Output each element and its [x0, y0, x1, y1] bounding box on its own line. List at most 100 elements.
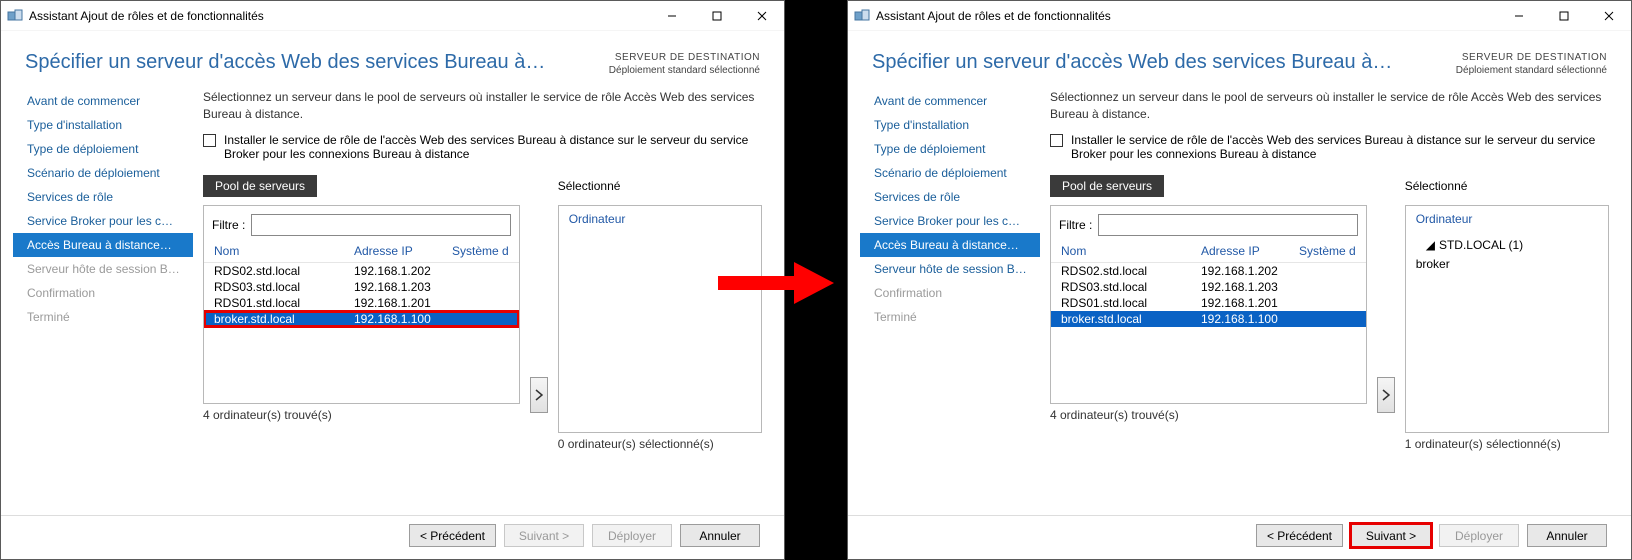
wizard-window-after: Assistant Ajout de rôles et de fonctionn… — [847, 0, 1632, 560]
cancel-button[interactable]: Annuler — [1527, 524, 1607, 547]
col-name[interactable]: Nom — [214, 244, 354, 258]
cancel-button[interactable]: Annuler — [680, 524, 760, 547]
pool-count: 4 ordinateur(s) trouvé(s) — [203, 408, 520, 422]
next-button: Suivant > — [504, 524, 584, 547]
col-name[interactable]: Nom — [1061, 244, 1201, 258]
destination-value: Déploiement standard sélectionné — [609, 64, 760, 77]
table-row[interactable]: RDS02.std.local192.168.1.202 — [1051, 263, 1366, 279]
header: Spécifier un serveur d'accès Web des ser… — [848, 31, 1631, 85]
gap — [785, 0, 847, 560]
col-os[interactable]: Système d — [452, 244, 509, 258]
previous-button[interactable]: < Précédent — [409, 524, 496, 547]
filter-input[interactable] — [251, 214, 510, 236]
selected-count: 1 ordinateur(s) sélectionné(s) — [1405, 437, 1609, 451]
checkbox-icon[interactable] — [1050, 134, 1063, 147]
sidebar-item: Confirmation — [860, 281, 1040, 305]
table-row[interactable]: RDS01.std.local192.168.1.201 — [1051, 295, 1366, 311]
sidebar-item[interactable]: Service Broker pour les c… — [860, 209, 1040, 233]
window-title: Assistant Ajout de rôles et de fonctionn… — [876, 9, 1496, 23]
filter-label: Filtre : — [1059, 218, 1092, 232]
col-os[interactable]: Système d — [1299, 244, 1356, 258]
checkbox-icon[interactable] — [203, 134, 216, 147]
sidebar-item: Confirmation — [13, 281, 193, 305]
server-rows: RDS02.std.local192.168.1.202 RDS03.std.l… — [204, 263, 519, 403]
checkbox-label: Installer le service de rôle de l'accès … — [224, 133, 762, 161]
sidebar-item: Serveur hôte de session B… — [13, 257, 193, 281]
filter-input[interactable] — [1098, 214, 1357, 236]
sidebar-item[interactable]: Type de déploiement — [13, 137, 193, 161]
server-pool-panel: Filtre : Nom Adresse IP Système d RDS02.… — [1050, 205, 1367, 404]
footer: < Précédent Suivant > Déployer Annuler — [1, 515, 784, 559]
destination-value: Déploiement standard sélectionné — [1456, 64, 1607, 77]
add-arrow-button[interactable] — [530, 377, 548, 413]
install-on-broker-checkbox[interactable]: Installer le service de rôle de l'accès … — [203, 133, 762, 161]
selected-count: 0 ordinateur(s) sélectionné(s) — [558, 437, 762, 451]
sidebar-item[interactable]: Type de déploiement — [860, 137, 1040, 161]
titlebar: Assistant Ajout de rôles et de fonctionn… — [1, 1, 784, 31]
selected-panel: Ordinateur ◢STD.LOCAL (1) broker — [1405, 205, 1609, 433]
destination-info: SERVEUR DE DESTINATION Déploiement stand… — [1456, 51, 1607, 77]
pool-tabs: Pool de serveurs — [203, 175, 520, 197]
sidebar-item[interactable]: Type d'installation — [13, 113, 193, 137]
app-icon — [854, 8, 870, 24]
selected-panel: Ordinateur — [558, 205, 762, 433]
table-row-selected[interactable]: broker.std.local192.168.1.100 — [1051, 311, 1366, 327]
add-arrow-button[interactable] — [1377, 377, 1395, 413]
install-on-broker-checkbox[interactable]: Installer le service de rôle de l'accès … — [1050, 133, 1609, 161]
app-icon — [7, 8, 23, 24]
table-row[interactable]: RDS02.std.local192.168.1.202 — [204, 263, 519, 279]
page-title: Spécifier un serveur d'accès Web des ser… — [25, 51, 609, 74]
filter-label: Filtre : — [212, 218, 245, 232]
checkbox-label: Installer le service de rôle de l'accès … — [1071, 133, 1609, 161]
table-row[interactable]: RDS03.std.local192.168.1.203 — [204, 279, 519, 295]
col-ip[interactable]: Adresse IP — [1201, 244, 1299, 258]
sidebar-item[interactable]: Type d'installation — [860, 113, 1040, 137]
destination-info: SERVEUR DE DESTINATION Déploiement stand… — [609, 51, 760, 77]
destination-label: SERVEUR DE DESTINATION — [1456, 51, 1607, 64]
description-text: Sélectionnez un serveur dans le pool de … — [203, 89, 762, 123]
footer: < Précédent Suivant > Déployer Annuler — [848, 515, 1631, 559]
sidebar-item[interactable]: Avant de commencer — [860, 89, 1040, 113]
window-title: Assistant Ajout de rôles et de fonctionn… — [29, 9, 649, 23]
sidebar-item-active[interactable]: Accès Bureau à distance… — [860, 233, 1040, 257]
table-row-selected[interactable]: broker.std.local192.168.1.100 — [204, 311, 519, 327]
tab-server-pool[interactable]: Pool de serveurs — [203, 175, 317, 197]
wizard-sidebar: Avant de commencer Type d'installation T… — [860, 85, 1040, 515]
wizard-window-before: Assistant Ajout de rôles et de fonctionn… — [0, 0, 785, 560]
table-row[interactable]: RDS01.std.local192.168.1.201 — [204, 295, 519, 311]
previous-button[interactable]: < Précédent — [1256, 524, 1343, 547]
titlebar: Assistant Ajout de rôles et de fonctionn… — [848, 1, 1631, 31]
maximize-button[interactable] — [694, 1, 739, 31]
close-button[interactable] — [1586, 1, 1631, 31]
table-row[interactable]: RDS03.std.local192.168.1.203 — [1051, 279, 1366, 295]
sidebar-item: Terminé — [860, 305, 1040, 329]
tree-expand-icon[interactable]: ◢ — [1426, 236, 1435, 255]
sidebar-item[interactable]: Serveur hôte de session B… — [860, 257, 1040, 281]
close-button[interactable] — [739, 1, 784, 31]
tab-server-pool[interactable]: Pool de serveurs — [1050, 175, 1164, 197]
deploy-button: Déployer — [592, 524, 672, 547]
minimize-button[interactable] — [1496, 1, 1541, 31]
selected-header: Ordinateur — [1416, 212, 1598, 226]
sidebar-item[interactable]: Avant de commencer — [13, 89, 193, 113]
sidebar-item[interactable]: Service Broker pour les c… — [13, 209, 193, 233]
sidebar-item[interactable]: Scénario de déploiement — [13, 161, 193, 185]
selected-header: Ordinateur — [569, 212, 751, 226]
pool-count: 4 ordinateur(s) trouvé(s) — [1050, 408, 1367, 422]
page-title: Spécifier un serveur d'accès Web des ser… — [872, 51, 1456, 74]
sidebar-item[interactable]: Services de rôle — [13, 185, 193, 209]
description-text: Sélectionnez un serveur dans le pool de … — [1050, 89, 1609, 123]
server-rows: RDS02.std.local192.168.1.202 RDS03.std.l… — [1051, 263, 1366, 403]
tree-node[interactable]: ◢STD.LOCAL (1) — [1426, 236, 1598, 255]
col-ip[interactable]: Adresse IP — [354, 244, 452, 258]
minimize-button[interactable] — [649, 1, 694, 31]
sidebar-item[interactable]: Services de rôle — [860, 185, 1040, 209]
pool-tabs: Pool de serveurs — [1050, 175, 1367, 197]
sidebar-item[interactable]: Scénario de déploiement — [860, 161, 1040, 185]
server-pool-panel: Filtre : Nom Adresse IP Système d RDS02.… — [203, 205, 520, 404]
maximize-button[interactable] — [1541, 1, 1586, 31]
next-button[interactable]: Suivant > — [1351, 524, 1431, 547]
sidebar-item-active[interactable]: Accès Bureau à distance… — [13, 233, 193, 257]
selected-label: Sélectionné — [1405, 175, 1468, 197]
tree-leaf[interactable]: broker — [1416, 255, 1598, 274]
